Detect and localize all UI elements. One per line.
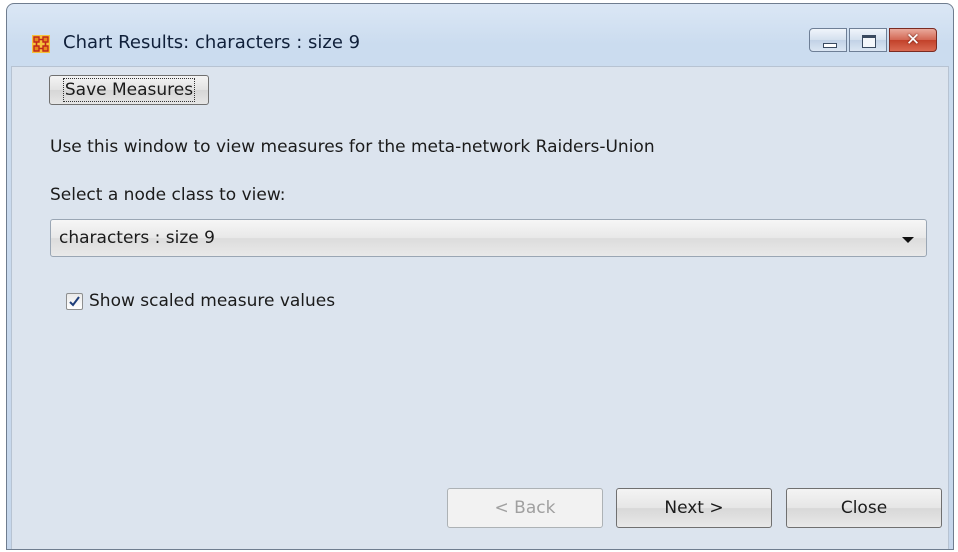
checkmark-icon (69, 295, 80, 307)
network-grid-icon (32, 35, 50, 53)
show-scaled-checkbox[interactable] (66, 292, 83, 310)
node-class-label: Select a node class to view: (50, 185, 286, 205)
close-icon: ✕ (905, 29, 921, 50)
show-scaled-row[interactable]: Show scaled measure values (66, 291, 335, 311)
node-class-dropdown[interactable]: characters : size 9 (50, 219, 927, 257)
window-title: Chart Results: characters : size 9 (63, 32, 361, 53)
maximize-button[interactable] (849, 28, 887, 52)
title-bar[interactable]: Chart Results: characters : size 9 ✕ (7, 4, 953, 66)
description-text: Use this window to view measures for the… (50, 137, 655, 157)
next-button[interactable]: Next > (616, 488, 772, 528)
node-class-selected-value: characters : size 9 (59, 228, 215, 248)
window-close-button[interactable]: ✕ (889, 28, 937, 52)
back-button[interactable]: < Back (447, 488, 603, 528)
minimize-button[interactable] (809, 28, 847, 52)
dropdown-arrow-icon (902, 237, 914, 243)
save-measures-label: Save Measures (62, 78, 196, 102)
minimize-icon (823, 43, 837, 48)
dialog-body: Save Measures Use this window to view me… (11, 66, 949, 549)
show-scaled-label: Show scaled measure values (89, 291, 336, 311)
save-measures-button[interactable]: Save Measures (49, 75, 209, 105)
chart-results-window: Chart Results: characters : size 9 ✕ Sav… (6, 3, 954, 550)
window-controls: ✕ (807, 28, 937, 52)
maximize-icon (862, 35, 876, 48)
close-button[interactable]: Close (786, 488, 942, 528)
